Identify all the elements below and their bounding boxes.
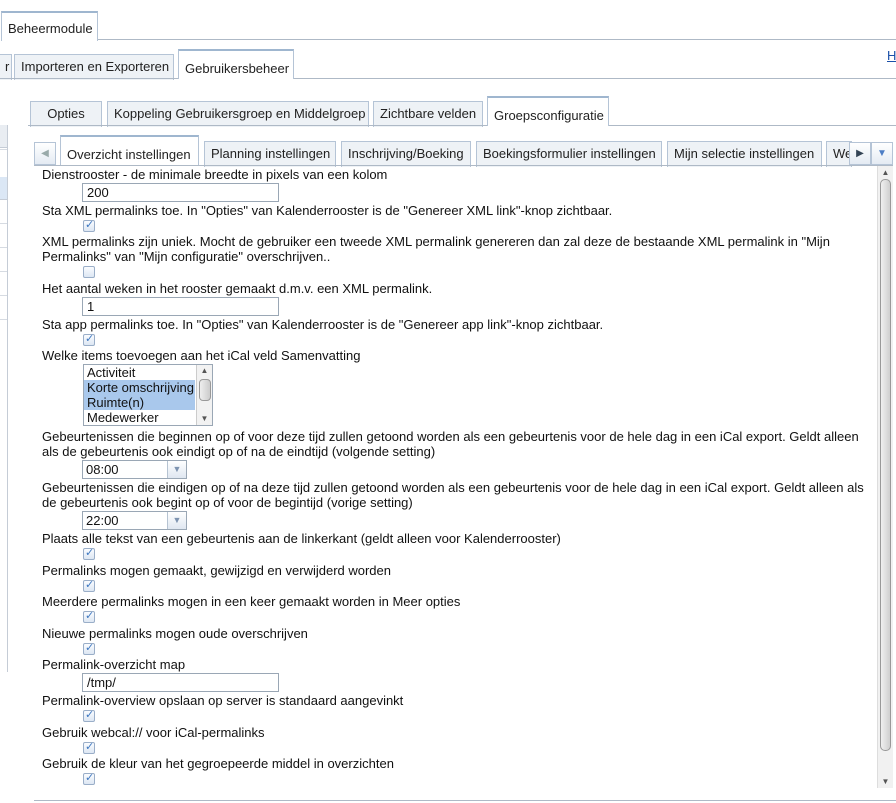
end-time-label: Gebeurtenissen die eindigen op of na dez… [42, 480, 864, 510]
chevron-down-icon[interactable]: ▼ [197, 413, 212, 425]
chevron-down-icon[interactable]: ▼ [878, 775, 893, 788]
linkerkant-checkbox[interactable] [83, 546, 95, 560]
xml-permalinks-checkbox[interactable] [83, 218, 95, 232]
chevron-up-icon[interactable]: ▲ [197, 365, 212, 377]
map-input[interactable]: /tmp/ [82, 673, 279, 692]
main-scrollbar[interactable]: ▲ ▼ [877, 166, 893, 788]
list-item[interactable]: Ruimte(n) [84, 395, 195, 410]
begin-time-select[interactable]: 08:00 ▼ [82, 460, 187, 479]
kleur-checkbox[interactable] [83, 771, 95, 785]
end-time-value: 22:00 [86, 513, 119, 528]
nieuwe-checkbox[interactable] [83, 641, 95, 655]
list-item[interactable]: Korte omschrijving [84, 380, 195, 395]
begin-time-value: 08:00 [86, 462, 119, 477]
chevron-up-icon[interactable]: ▲ [878, 166, 893, 179]
perm-maken-checkbox[interactable] [83, 578, 95, 592]
end-time-select[interactable]: 22:00 ▼ [82, 511, 187, 530]
app-permalinks-label: Sta app permalinks toe. In "Opties" van … [42, 317, 604, 332]
begin-time-label: Gebeurtenissen die beginnen op of voor d… [42, 429, 859, 459]
xml-unique-label: XML permalinks zijn uniek. Mocht de gebr… [42, 234, 830, 264]
linkerkant-label: Plaats alle tekst van een gebeurtenis aa… [42, 531, 561, 546]
webcal-checkbox[interactable] [83, 740, 95, 754]
settings-panel: Dienstrooster - de minimale breedte in p… [0, 0, 896, 803]
nieuwe-label: Nieuwe permalinks mogen oude overschrijv… [42, 626, 308, 641]
xml-permalinks-label: Sta XML permalinks toe. In "Opties" van … [42, 203, 613, 218]
divider [34, 800, 896, 801]
chevron-down-icon[interactable]: ▼ [167, 461, 186, 478]
webcal-label: Gebruik webcal:// voor iCal-permalinks [42, 725, 265, 740]
meerdere-label: Meerdere permalinks mogen in een keer ge… [42, 594, 461, 609]
weken-input[interactable]: 1 [82, 297, 279, 316]
opslaan-label: Permalink-overview opslaan op server is … [42, 693, 404, 708]
listbox-scrollbar[interactable]: ▲ ▼ [196, 365, 212, 425]
perm-maken-label: Permalinks mogen gemaakt, gewijzigd en v… [42, 563, 392, 578]
map-label: Permalink-overzicht map [42, 657, 186, 672]
meerdere-checkbox[interactable] [83, 609, 95, 623]
scroll-thumb[interactable] [199, 379, 211, 401]
ical-items-listbox[interactable]: Activiteit Korte omschrijving Ruimte(n) … [83, 364, 213, 426]
scroll-thumb[interactable] [880, 179, 891, 751]
xml-unique-checkbox[interactable] [83, 266, 95, 278]
dienstrooster-label: Dienstrooster - de minimale breedte in p… [42, 167, 388, 182]
opslaan-checkbox[interactable] [83, 708, 95, 722]
list-item[interactable]: Medewerker [84, 410, 195, 425]
kleur-label: Gebruik de kleur van het gegroepeerde mi… [42, 756, 394, 771]
list-item[interactable]: Activiteit [84, 365, 195, 380]
dienstrooster-width-input[interactable]: 200 [82, 183, 279, 202]
chevron-down-icon[interactable]: ▼ [167, 512, 186, 529]
weken-label: Het aantal weken in het rooster gemaakt … [42, 281, 433, 296]
app-permalinks-checkbox[interactable] [83, 332, 95, 346]
ical-items-label: Welke items toevoegen aan het iCal veld … [42, 348, 361, 363]
